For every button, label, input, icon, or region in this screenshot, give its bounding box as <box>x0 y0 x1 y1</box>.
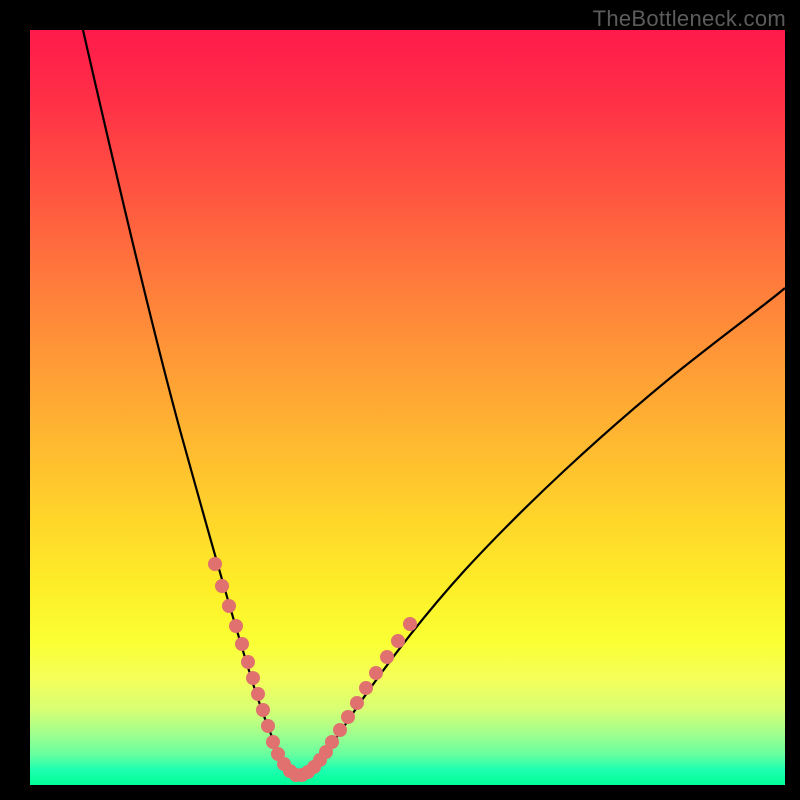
bottleneck-curve-path <box>83 30 785 775</box>
curve-layer <box>30 30 785 785</box>
plot-area <box>30 30 785 785</box>
curve-dots <box>208 557 417 782</box>
watermark-text: TheBottleneck.com <box>593 6 786 32</box>
chart-stage: TheBottleneck.com <box>0 0 800 800</box>
